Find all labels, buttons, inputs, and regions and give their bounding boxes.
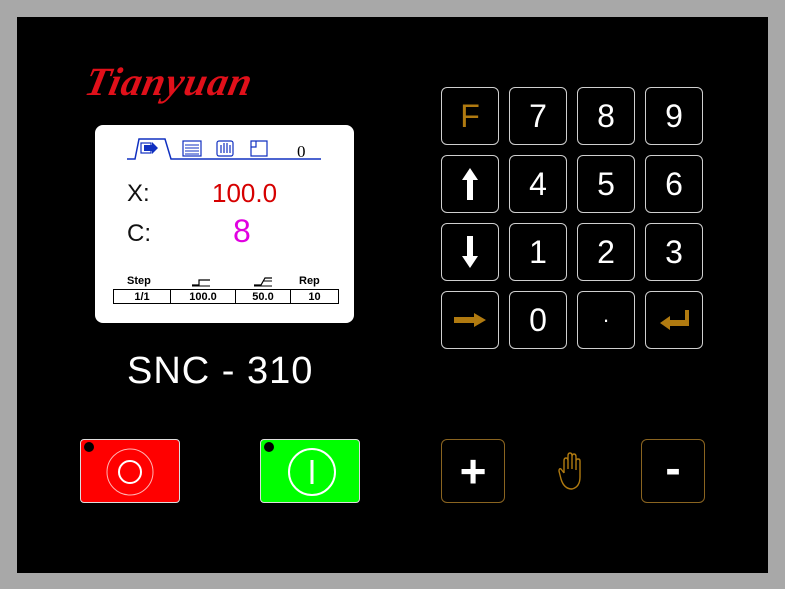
stop-symbol-icon [106, 448, 154, 496]
program-list-icon[interactable] [182, 140, 202, 157]
plus-button[interactable]: + [441, 439, 505, 503]
manual-hand-icon[interactable] [216, 140, 234, 157]
key-9[interactable]: 9 [645, 87, 703, 145]
x-label: X: [127, 180, 150, 207]
cell-rep: 10 [308, 290, 321, 303]
minus-button[interactable]: - [641, 439, 705, 503]
key-decimal[interactable]: · [577, 291, 635, 349]
cell-step: 1/1 [114, 290, 171, 303]
status-table-row: 1/1 100.0 50.0 10 [113, 289, 339, 304]
auto-mode-icon[interactable] [140, 142, 158, 154]
tab-value: 0 [297, 142, 306, 161]
header-retract-icon [253, 275, 273, 290]
header-step: Step [127, 275, 151, 287]
up-arrow-icon [462, 168, 478, 200]
key-8[interactable]: 8 [577, 87, 635, 145]
lcd-screen: 0 X: 100.0 C: 8 Step Rep 1/1 100.0 50.0 … [95, 125, 354, 323]
start-button[interactable] [260, 439, 360, 503]
key-down[interactable] [441, 223, 499, 281]
c-label: C: [127, 220, 151, 247]
c-value: 8 [233, 213, 251, 249]
status-table: Step Rep 1/1 100.0 50.0 10 [113, 275, 339, 304]
key-2[interactable]: 2 [577, 223, 635, 281]
key-right[interactable] [441, 291, 499, 349]
down-arrow-icon [462, 236, 478, 268]
cell-position: 100.0 [171, 290, 236, 303]
start-symbol-icon [288, 448, 336, 496]
settings-page-icon[interactable] [250, 140, 268, 157]
header-rep: Rep [299, 275, 320, 287]
key-enter[interactable] [645, 291, 703, 349]
minus-label: - [665, 442, 681, 494]
stop-button[interactable] [80, 439, 180, 503]
cell-retract: 50.0 [236, 290, 291, 303]
status-table-header: Step Rep [113, 275, 339, 289]
key-7[interactable]: 7 [509, 87, 567, 145]
brand-logo: Tianyuan [81, 59, 258, 104]
key-1[interactable]: 1 [509, 223, 567, 281]
key-0[interactable]: 0 [509, 291, 567, 349]
key-f[interactable]: F [441, 87, 499, 145]
key-3[interactable]: 3 [645, 223, 703, 281]
right-arrow-icon [454, 313, 486, 327]
key-4[interactable]: 4 [509, 155, 567, 213]
manual-hand-indicator-icon [558, 451, 584, 496]
mode-tabs: 0 [127, 138, 321, 161]
x-value: 100.0 [212, 178, 278, 208]
header-position-icon [191, 275, 211, 290]
key-up[interactable] [441, 155, 499, 213]
plus-label: + [459, 445, 487, 497]
key-5[interactable]: 5 [577, 155, 635, 213]
model-label: SNC - 310 [127, 350, 314, 392]
enter-icon [660, 310, 689, 330]
key-6[interactable]: 6 [645, 155, 703, 213]
